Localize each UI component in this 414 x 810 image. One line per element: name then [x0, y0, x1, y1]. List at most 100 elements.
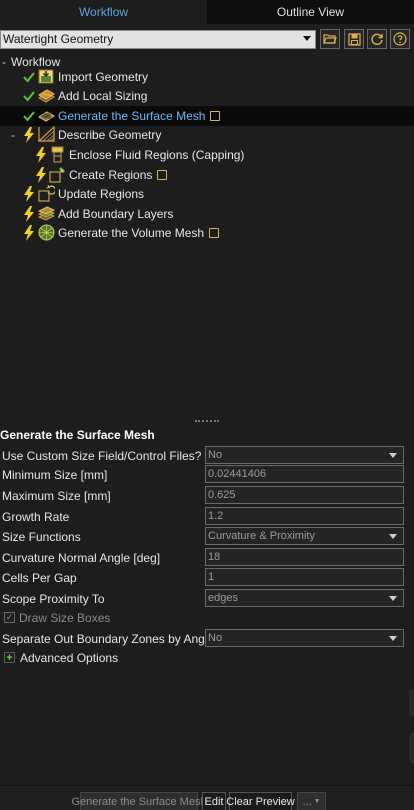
- lightning-bolt-icon: [36, 167, 46, 183]
- action-footer: Generate the Surface Mesh Edit Clear Pre…: [0, 785, 414, 810]
- tree-item-import-geometry[interactable]: Import Geometry: [0, 67, 414, 87]
- open-folder-button[interactable]: [320, 29, 340, 49]
- scrollbar-thumb[interactable]: [409, 733, 414, 763]
- tree-item-add-local-sizing[interactable]: Add Local Sizing: [0, 86, 414, 106]
- tree-item-update-regions[interactable]: Update Regions: [0, 184, 414, 204]
- more-options-button[interactable]: ... ▼: [297, 792, 326, 810]
- chevron-down-icon: [389, 453, 397, 458]
- checkmark-icon: [23, 72, 35, 83]
- scope-proximity-dropdown[interactable]: edges: [205, 589, 404, 607]
- minimum-size-input[interactable]: 0.02441406: [205, 465, 404, 483]
- more-label: ...: [302, 795, 312, 808]
- chevron-down-icon: [389, 596, 397, 601]
- collapse-icon[interactable]: -: [11, 128, 15, 142]
- tree-item-generate-volume-mesh[interactable]: Generate the Volume Mesh: [0, 223, 414, 243]
- field-label: Scope Proximity To: [2, 592, 105, 606]
- tree-item-generate-surface-mesh[interactable]: Generate the Surface Mesh: [0, 106, 414, 126]
- field-maximum-size: Maximum Size [mm] 0.625: [0, 486, 414, 506]
- field-value: edges: [208, 592, 238, 604]
- help-icon: [393, 32, 407, 46]
- checkmark-icon: [23, 111, 35, 122]
- field-label: Use Custom Size Field/Control Files?: [2, 449, 202, 463]
- field-size-functions: Size Functions Curvature & Proximity: [0, 527, 414, 547]
- curvature-normal-angle-input[interactable]: 18: [205, 548, 404, 566]
- field-minimum-size: Minimum Size [mm] 0.02441406: [0, 465, 414, 485]
- field-value: Curvature & Proximity: [208, 530, 315, 542]
- scrollbar-thumb[interactable]: [409, 690, 414, 716]
- field-value: No: [208, 632, 223, 644]
- capping-icon: [51, 146, 64, 163]
- panel-splitter-handle[interactable]: [195, 420, 219, 424]
- help-button[interactable]: [390, 29, 410, 49]
- tab-workflow[interactable]: Workflow: [0, 0, 207, 24]
- field-label: Separate Out Boundary Zones by Angle?: [2, 632, 221, 646]
- checkbox-label: Draw Size Boxes: [19, 611, 111, 625]
- clear-preview-button[interactable]: Clear Preview: [226, 792, 295, 810]
- field-growth-rate: Growth Rate 1.2: [0, 507, 414, 527]
- note-icon[interactable]: [210, 111, 221, 121]
- tree-item-label: Describe Geometry: [58, 128, 162, 142]
- chevron-down-icon: ▼: [313, 798, 321, 805]
- tree-item-label: Generate the Surface Mesh: [58, 109, 221, 123]
- field-label: Maximum Size [mm]: [2, 489, 111, 503]
- tree-item-label: Add Boundary Layers: [58, 207, 174, 221]
- note-icon[interactable]: [157, 170, 168, 180]
- workflow-type-value: Watertight Geometry: [3, 32, 114, 46]
- growth-rate-input[interactable]: 1.2: [205, 507, 404, 525]
- field-label: Size Functions: [2, 530, 81, 544]
- field-curvature-normal-angle: Curvature Normal Angle [deg] 18: [0, 548, 414, 568]
- field-value: No: [208, 449, 223, 461]
- local-sizing-icon: [38, 89, 55, 103]
- create-regions-icon: [49, 167, 65, 183]
- panel-title: Generate the Surface Mesh: [0, 428, 155, 442]
- refresh-icon: [371, 33, 383, 45]
- tree-item-enclose-fluid-regions[interactable]: Enclose Fluid Regions (Capping): [0, 145, 414, 165]
- tree-item-describe-geometry[interactable]: - Describe Geometry: [0, 125, 414, 145]
- lightning-bolt-icon: [24, 225, 34, 241]
- checkbox-check-icon: ✓: [4, 612, 15, 623]
- maximum-size-input[interactable]: 0.625: [205, 486, 404, 504]
- tab-bar: Workflow Outline View: [0, 0, 414, 24]
- edit-button[interactable]: Edit: [202, 792, 226, 810]
- save-icon: [347, 32, 361, 46]
- lightning-bolt-icon: [36, 147, 46, 163]
- tree-item-add-boundary-layers[interactable]: Add Boundary Layers: [0, 204, 414, 224]
- cells-per-gap-input[interactable]: 1: [205, 568, 404, 586]
- tree-item-label: Generate the Volume Mesh: [58, 226, 220, 240]
- field-custom-size-files: Use Custom Size Field/Control Files? No: [0, 446, 414, 466]
- volume-mesh-icon: [38, 224, 55, 241]
- save-button[interactable]: [344, 29, 364, 49]
- generate-surface-mesh-button[interactable]: Generate the Surface Mesh: [71, 792, 207, 810]
- chevron-down-icon: [303, 36, 311, 41]
- field-label: Curvature Normal Angle [deg]: [2, 551, 161, 565]
- tree-item-label: Enclose Fluid Regions (Capping): [69, 148, 245, 162]
- field-separate-boundary-zones: Separate Out Boundary Zones by Angle? No: [0, 629, 414, 649]
- advanced-options-label[interactable]: Advanced Options: [20, 651, 118, 665]
- tree-item-create-regions[interactable]: Create Regions: [0, 165, 414, 185]
- tree-item-label: Update Regions: [58, 187, 145, 201]
- field-scope-proximity: Scope Proximity To edges: [0, 589, 414, 609]
- lightning-bolt-icon: [24, 186, 34, 202]
- workflow-type-dropdown[interactable]: Watertight Geometry: [0, 30, 316, 49]
- field-label: Minimum Size [mm]: [2, 468, 108, 482]
- expand-plus-icon[interactable]: +: [4, 652, 15, 663]
- note-icon[interactable]: [209, 228, 220, 238]
- chevron-down-icon: [389, 636, 397, 641]
- field-label: Cells Per Gap: [2, 571, 77, 585]
- task-properties-panel: Generate the Surface Mesh Use Custom Siz…: [0, 425, 414, 785]
- custom-size-files-dropdown[interactable]: No: [205, 446, 404, 464]
- tab-outline-view[interactable]: Outline View: [207, 0, 414, 24]
- folder-icon: [323, 34, 337, 44]
- separate-zones-dropdown[interactable]: No: [205, 629, 404, 647]
- lightning-bolt-icon: [24, 206, 34, 222]
- size-functions-dropdown[interactable]: Curvature & Proximity: [205, 527, 404, 545]
- surface-mesh-icon: [38, 111, 55, 122]
- chevron-down-icon: [389, 534, 397, 539]
- refresh-button[interactable]: [367, 29, 387, 49]
- field-label: Growth Rate: [2, 510, 70, 524]
- lightning-bolt-icon: [24, 127, 34, 143]
- workflow-toolbar: Watertight Geometry: [0, 28, 414, 52]
- boundary-layers-icon: [38, 206, 55, 221]
- import-geometry-icon: [38, 69, 54, 84]
- workflow-tree: - Workflow Import Geometry Add Local Siz…: [0, 52, 414, 422]
